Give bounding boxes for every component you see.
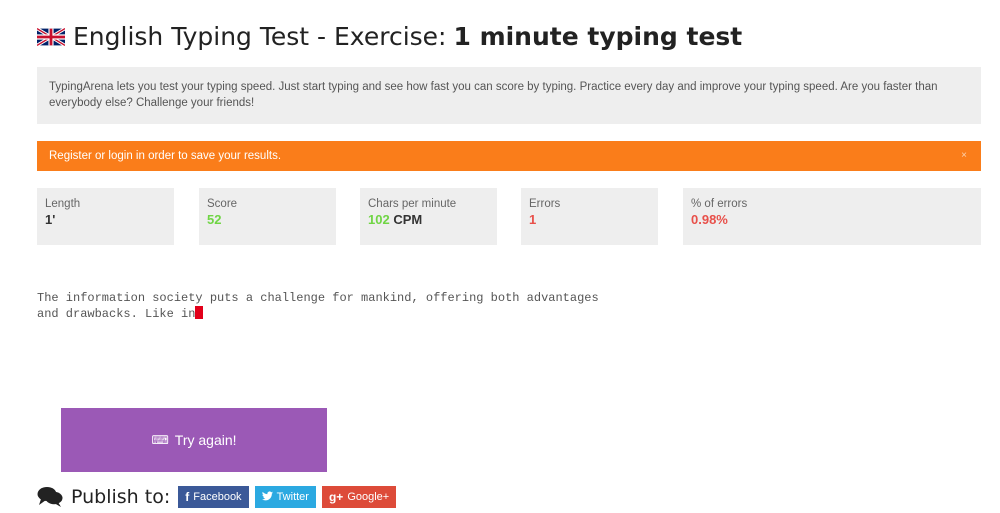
- stat-errors-value: 1: [529, 212, 537, 227]
- stat-length: Length 1': [37, 188, 174, 245]
- try-again-label: Try again!: [174, 432, 237, 448]
- stat-score-value: 52: [207, 212, 222, 227]
- facebook-share-button[interactable]: f Facebook: [178, 486, 249, 508]
- twitter-bird-icon: [261, 490, 273, 504]
- keyboard-icon: ⌨: [151, 433, 169, 447]
- stat-cpm: Chars per minute 102 CPM: [360, 188, 497, 245]
- facebook-icon: f: [185, 490, 190, 504]
- google-plus-icon: g+: [328, 490, 344, 504]
- stat-length-label: Length: [45, 198, 81, 210]
- stat-cpm-label: Chars per minute: [368, 198, 457, 210]
- comments-icon: [37, 486, 63, 508]
- alert-text: Register or login in order to save your …: [49, 150, 282, 162]
- twitter-label: Twitter: [276, 491, 309, 503]
- alert-close-button[interactable]: ×: [961, 141, 967, 171]
- facebook-label: Facebook: [193, 491, 242, 503]
- twitter-share-button[interactable]: Twitter: [254, 486, 316, 508]
- publish-label: Publish to:: [71, 486, 171, 508]
- stat-score-label: Score: [207, 198, 238, 210]
- google-plus-label: Google+: [347, 491, 390, 503]
- stat-errors-label: Errors: [529, 198, 561, 210]
- intro-text: TypingArena lets you test your typing sp…: [49, 81, 938, 109]
- try-again-button[interactable]: ⌨ Try again!: [61, 408, 327, 472]
- stat-cpm-value-row: 102 CPM: [368, 211, 489, 229]
- stat-errors: Errors 1: [521, 188, 658, 245]
- title-exercise-name: 1 minute typing test: [453, 22, 743, 51]
- stat-error-percent-label: % of errors: [691, 198, 748, 210]
- typed-text: The information society puts a challenge…: [37, 291, 599, 321]
- publish-bar: Publish to: f Facebook Twitter g+ Google…: [37, 485, 402, 509]
- login-alert: Register or login in order to save your …: [37, 141, 981, 171]
- typing-area[interactable]: The information society puts a challenge…: [37, 291, 599, 322]
- title-prefix: English Typing Test - Exercise:: [73, 22, 447, 51]
- page-title: English Typing Test - Exercise: 1 minute…: [37, 22, 742, 51]
- typing-cursor: [195, 306, 204, 319]
- stat-length-value: 1': [45, 212, 56, 227]
- stat-cpm-unit: CPM: [393, 212, 423, 227]
- stat-score: Score 52: [199, 188, 336, 245]
- google-plus-share-button[interactable]: g+ Google+: [321, 486, 397, 508]
- intro-box: TypingArena lets you test your typing sp…: [37, 67, 981, 124]
- stat-error-percent-value: 0.98%: [691, 212, 728, 227]
- uk-flag-icon: [37, 27, 65, 46]
- stat-error-percent: % of errors 0.98%: [683, 188, 981, 245]
- stat-cpm-value: 102: [368, 212, 390, 227]
